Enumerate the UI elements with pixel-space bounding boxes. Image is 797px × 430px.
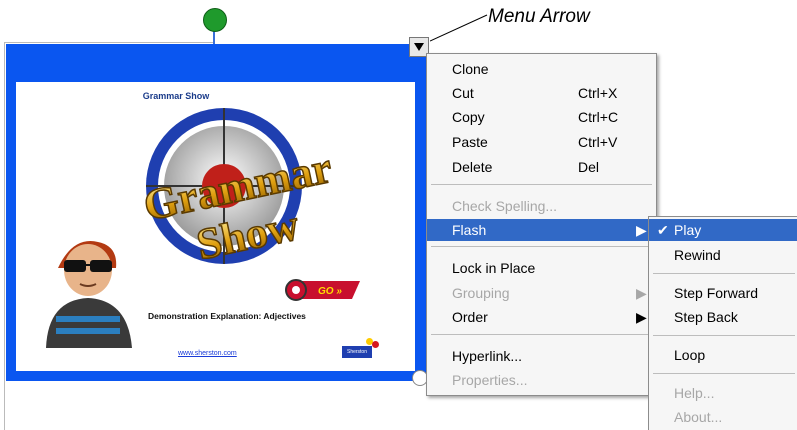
flash-submenu: ✔ Play Rewind Step Forward Step Back Loop…: [648, 216, 797, 430]
slide-title: Grammar Show: [142, 91, 210, 101]
rotation-handle[interactable]: [203, 8, 227, 32]
callout-label: Menu Arrow: [488, 6, 590, 27]
submenu-item-label: About...: [674, 409, 723, 425]
menu-item-paste[interactable]: Paste Ctrl+V: [427, 131, 656, 153]
menu-item-label: Properties...: [452, 372, 528, 388]
submenu-arrow-icon: ▶: [636, 309, 647, 325]
menu-item-check-spelling: Check Spelling...: [427, 195, 656, 217]
menu-item-shortcut: Ctrl+X: [578, 85, 618, 101]
submenu-item-label: Step Back: [674, 309, 738, 325]
menu-item-label: Flash: [452, 222, 487, 238]
sherston-badge: Sherston: [342, 346, 372, 358]
menu-item-grouping: Grouping ▶: [427, 282, 656, 304]
menu-item-shortcut: Ctrl+V: [578, 134, 618, 150]
menu-separator: [431, 184, 652, 185]
submenu-separator: [653, 373, 795, 374]
canvas-edge-top: [4, 42, 214, 43]
submenu-item-label: Play: [674, 222, 702, 238]
submenu-item-step-back[interactable]: Step Back: [649, 306, 797, 328]
submenu-item-play[interactable]: ✔ Play: [649, 219, 797, 241]
badge-dot-red: [372, 341, 379, 348]
menu-item-label: Cut: [452, 85, 474, 101]
menu-item-properties: Properties...: [427, 369, 656, 391]
submenu-separator: [653, 335, 795, 336]
menu-item-label: Order: [452, 309, 488, 325]
menu-item-label: Clone: [452, 61, 489, 77]
menu-item-lock-in-place[interactable]: Lock in Place: [427, 257, 656, 279]
menu-item-label: Delete: [452, 159, 493, 175]
submenu-item-rewind[interactable]: Rewind: [649, 244, 797, 266]
rotation-handle-stem: [213, 30, 215, 44]
menu-item-hyperlink[interactable]: Hyperlink...: [427, 345, 656, 367]
submenu-separator: [653, 273, 795, 274]
menu-separator: [431, 334, 652, 335]
menu-item-label: Lock in Place: [452, 260, 536, 276]
submenu-item-label: Loop: [674, 347, 706, 363]
submenu-item-help: Help...: [649, 382, 797, 404]
canvas-edge: [4, 42, 5, 430]
menu-item-copy[interactable]: Copy Ctrl+C: [427, 106, 656, 128]
submenu-item-label: Step Forward: [674, 285, 759, 301]
menu-item-cut[interactable]: Cut Ctrl+X: [427, 82, 656, 104]
menu-item-shortcut: Del: [578, 159, 600, 175]
context-menu: Clone Cut Ctrl+X Copy Ctrl+C Paste Ctrl+V D…: [426, 53, 657, 396]
submenu-item-label: Help...: [674, 385, 715, 401]
character-illustration: [46, 241, 132, 348]
checkmark-icon: ✔: [657, 222, 669, 238]
slide-link[interactable]: www.sherston.com: [178, 350, 237, 357]
menu-item-label: Grouping: [452, 285, 510, 301]
triangle-down-icon: [414, 43, 424, 51]
flash-slide: Grammar Show Grammar Show GO » Demonstra…: [16, 82, 415, 371]
submenu-arrow-icon: ▶: [636, 222, 647, 238]
submenu-item-about: About...: [649, 406, 797, 428]
menu-separator: [431, 246, 652, 247]
menu-item-shortcut: Ctrl+C: [578, 109, 619, 125]
callout-line: [430, 14, 488, 42]
menu-item-order[interactable]: Order ▶: [427, 306, 656, 328]
submenu-arrow-icon: ▶: [636, 285, 647, 301]
go-label: GO »: [318, 286, 342, 297]
menu-item-flash[interactable]: Flash ▶: [427, 219, 656, 241]
submenu-item-loop[interactable]: Loop: [649, 344, 797, 366]
menu-item-clone[interactable]: Clone: [427, 58, 656, 80]
menu-item-delete[interactable]: Delete Del: [427, 156, 656, 178]
menu-item-label: Hyperlink...: [452, 348, 523, 364]
menu-item-label: Copy: [452, 109, 485, 125]
submenu-item-step-forward[interactable]: Step Forward: [649, 282, 797, 304]
slide-subtitle: Demonstration Explanation: Adjectives: [148, 311, 306, 321]
grammar-show-logo: Grammar Show: [139, 108, 334, 270]
menu-item-label: Check Spelling...: [452, 198, 558, 214]
go-button[interactable]: GO »: [284, 279, 362, 301]
menu-item-label: Paste: [452, 134, 488, 150]
submenu-item-label: Rewind: [674, 247, 721, 263]
